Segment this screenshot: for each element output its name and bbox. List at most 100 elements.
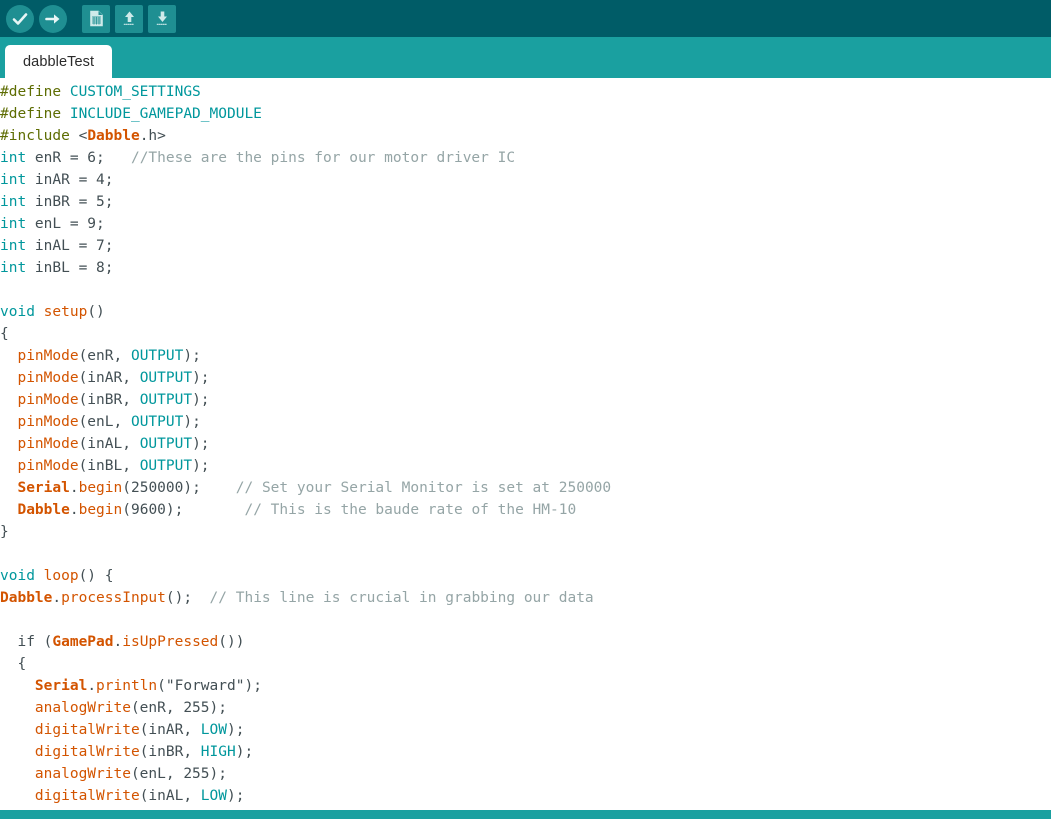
code-token: "Forward" xyxy=(165,678,245,694)
code-token: pinMode xyxy=(17,370,79,386)
code-token: if ( xyxy=(0,634,53,650)
arrow-up-icon xyxy=(123,11,134,25)
code-token: OUTPUT xyxy=(130,414,184,430)
new-button[interactable] xyxy=(82,4,110,33)
code-token: println xyxy=(96,678,158,694)
code-token: isUpPressed xyxy=(122,634,219,650)
verify-button[interactable] xyxy=(6,4,34,33)
code-text[interactable]: #define CUSTOM_SETTINGS #define INCLUDE_G… xyxy=(0,81,1051,807)
code-token: ); xyxy=(227,788,245,804)
code-token: int xyxy=(0,194,27,210)
code-token: OUTPUT xyxy=(139,370,193,386)
code-token: (inAL, xyxy=(139,788,201,804)
code-token: ); xyxy=(235,744,254,760)
code-token: OUTPUT xyxy=(130,348,184,364)
arrow-right-icon xyxy=(45,13,60,24)
tab-label: dabbleTest xyxy=(23,53,95,70)
code-line: #include <Dabble.h> xyxy=(0,125,1051,147)
code-token: begin xyxy=(78,502,123,518)
code-line: pinMode(inBL, OUTPUT); xyxy=(0,455,1051,477)
code-token: // Set your Serial Monitor is set at 250… xyxy=(235,480,612,496)
code-token: pinMode xyxy=(17,348,79,364)
code-line: #define INCLUDE_GAMEPAD_MODULE xyxy=(0,103,1051,125)
tab-bar: dabbleTest xyxy=(0,37,1051,78)
code-token: setup xyxy=(43,304,88,320)
code-token: pinMode xyxy=(17,458,79,474)
code-line: void setup() xyxy=(0,301,1051,323)
arrow-down-icon xyxy=(156,11,167,25)
code-token: ( xyxy=(157,678,166,694)
code-token: enR = 6; xyxy=(26,150,131,166)
upload-button[interactable] xyxy=(39,4,67,33)
code-line: pinMode(inAL, OUTPUT); xyxy=(0,433,1051,455)
code-line: digitalWrite(inAL, LOW); xyxy=(0,785,1051,807)
code-editor[interactable]: #define CUSTOM_SETTINGS #define INCLUDE_G… xyxy=(0,78,1051,810)
code-token: (inBR, xyxy=(139,744,201,760)
code-token: { xyxy=(0,326,9,342)
code-line: void loop() { xyxy=(0,565,1051,587)
code-token: CUSTOM_SETTINGS xyxy=(69,84,201,100)
code-line: { xyxy=(0,323,1051,345)
code-token: ); xyxy=(244,678,262,694)
code-token: (inBR, xyxy=(78,392,140,408)
code-token: #define xyxy=(0,106,70,122)
code-token: inBR = 5; xyxy=(26,194,114,210)
code-token: ); xyxy=(183,348,201,364)
code-token: analogWrite xyxy=(34,766,131,782)
code-token: Serial xyxy=(34,678,88,694)
code-token: digitalWrite xyxy=(34,722,140,738)
code-token: OUTPUT xyxy=(139,458,193,474)
code-token: OUTPUT xyxy=(139,392,193,408)
code-line: Dabble.begin(9600); // This is the baude… xyxy=(0,499,1051,521)
code-line: int inAR = 4; xyxy=(0,169,1051,191)
tab-dabbleTest[interactable]: dabbleTest xyxy=(5,45,113,78)
code-token: (enL, 255); xyxy=(130,766,227,782)
code-token: loop xyxy=(43,568,79,584)
code-token: enL = 9; xyxy=(26,216,105,232)
code-token: pinMode xyxy=(17,414,79,430)
code-token: digitalWrite xyxy=(34,788,140,804)
code-token: HIGH xyxy=(200,744,236,760)
code-token: .h> xyxy=(139,128,166,144)
code-token: pinMode xyxy=(17,392,79,408)
code-line: int enL = 9; xyxy=(0,213,1051,235)
code-line: int inBR = 5; xyxy=(0,191,1051,213)
code-token: () { xyxy=(78,568,114,584)
code-token: LOW xyxy=(200,722,227,738)
code-token: (enL, xyxy=(78,414,131,430)
code-token: int xyxy=(0,172,27,188)
code-token: ()) xyxy=(218,634,245,650)
code-token: () xyxy=(87,304,105,320)
code-token: INCLUDE_GAMEPAD_MODULE xyxy=(69,106,262,122)
code-line: analogWrite(enL, 255); xyxy=(0,763,1051,785)
open-button[interactable] xyxy=(115,4,143,33)
arduino-ide-window: dabbleTest #define CUSTOM_SETTINGS #defin… xyxy=(0,0,1051,819)
save-button[interactable] xyxy=(148,4,176,33)
code-token: Dabble xyxy=(0,590,53,606)
code-token: #define xyxy=(0,84,70,100)
code-line: Dabble.processInput(); // This line is c… xyxy=(0,587,1051,609)
code-line: if (GamePad.isUpPressed()) xyxy=(0,631,1051,653)
code-token: inAR = 4; xyxy=(26,172,114,188)
code-token: analogWrite xyxy=(34,700,131,716)
code-token: // This line is crucial in grabbing our … xyxy=(209,590,594,606)
code-token: Dabble xyxy=(17,502,70,518)
code-token: . xyxy=(113,634,123,650)
code-line: int enR = 6; //These are the pins for ou… xyxy=(0,147,1051,169)
code-token: } xyxy=(0,524,9,540)
code-token: (inAR, xyxy=(139,722,201,738)
code-token: begin xyxy=(78,480,123,496)
code-token: ); xyxy=(192,392,210,408)
code-token: int xyxy=(0,238,27,254)
code-token: //These are the pins for our motor drive… xyxy=(130,150,516,166)
code-token: (inAL, xyxy=(78,436,140,452)
code-line: pinMode(inBR, OUTPUT); xyxy=(0,389,1051,411)
